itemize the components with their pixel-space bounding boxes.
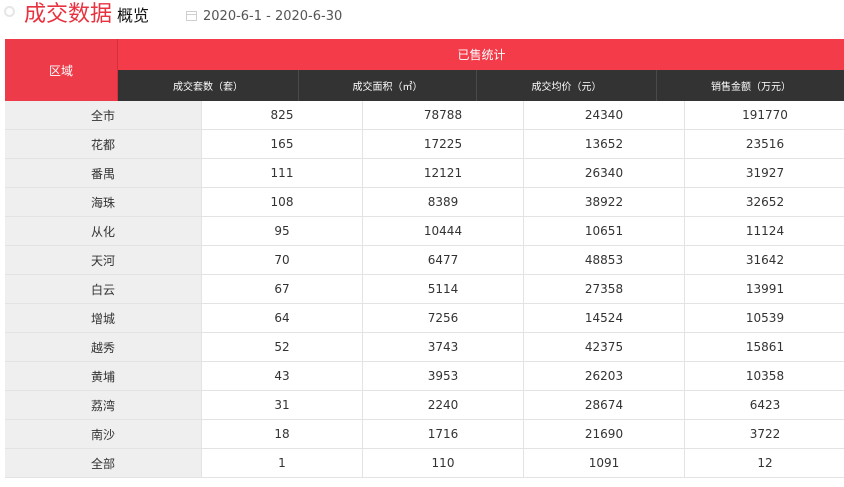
amount-cell: 31642 — [685, 246, 844, 274]
avg-price-cell: 10651 — [524, 217, 685, 245]
amount-cell: 11124 — [685, 217, 844, 245]
avg-price-cell: 26203 — [524, 362, 685, 390]
page-header: 成交数据 概览 2020-6-1 - 2020-6-30 — [0, 0, 844, 34]
area-cell: 7256 — [363, 304, 524, 332]
units-column-header: 成交套数（套） — [173, 82, 243, 93]
avg-price-column-header: 成交均价（元） — [476, 70, 656, 101]
region-cell: 白云 — [5, 275, 202, 303]
region-cell: 荔湾 — [5, 391, 202, 419]
avg-price-cell: 13652 — [524, 130, 685, 158]
region-cell: 花都 — [5, 130, 202, 158]
region-cell: 全市 — [5, 101, 202, 129]
avg-price-cell: 38922 — [524, 188, 685, 216]
table-row: 天河 70 6477 48853 31642 — [5, 246, 844, 275]
table-row: 荔湾 31 2240 28674 6423 — [5, 391, 844, 420]
amount-cell: 12 — [685, 449, 844, 477]
region-column-header: 区域 — [5, 39, 118, 101]
calendar-icon — [186, 11, 197, 21]
units-cell: 64 — [202, 304, 363, 332]
amount-cell: 10539 — [685, 304, 844, 332]
area-cell: 6477 — [363, 246, 524, 274]
area-column-header: 成交面积（㎡） — [298, 70, 476, 101]
table-row: 白云 67 5114 27358 13991 — [5, 275, 844, 304]
date-range: 2020-6-1 - 2020-6-30 — [203, 9, 343, 24]
amount-cell: 13991 — [685, 275, 844, 303]
avg-price-cell: 27358 — [524, 275, 685, 303]
amount-cell: 191770 — [685, 101, 844, 129]
amount-cell: 23516 — [685, 130, 844, 158]
amount-cell: 15861 — [685, 333, 844, 361]
units-cell: 95 — [202, 217, 363, 245]
region-cell: 番禺 — [5, 159, 202, 187]
region-cell: 越秀 — [5, 333, 202, 361]
transaction-table: 区域 已售统计 成交套数（套） 成交面积（㎡） 成交均价（元） 销售金额（万元）… — [5, 39, 844, 478]
avg-price-cell: 21690 — [524, 420, 685, 448]
area-cell: 12121 — [363, 159, 524, 187]
table-header: 区域 已售统计 成交套数（套） 成交面积（㎡） 成交均价（元） 销售金额（万元） — [5, 39, 844, 101]
table-row: 全部 1 110 1091 12 — [5, 449, 844, 478]
area-cell: 1716 — [363, 420, 524, 448]
amount-column-header: 销售金额（万元） — [656, 70, 844, 101]
avg-price-cell: 24340 — [524, 101, 685, 129]
avg-price-cell: 42375 — [524, 333, 685, 361]
watermark-circle-icon — [4, 6, 15, 17]
amount-cell: 3722 — [685, 420, 844, 448]
table-row: 花都 165 17225 13652 23516 — [5, 130, 844, 159]
table-row: 南沙 18 1716 21690 3722 — [5, 420, 844, 449]
region-cell: 南沙 — [5, 420, 202, 448]
amount-cell: 31927 — [685, 159, 844, 187]
page-subtitle: 概览 — [117, 6, 150, 25]
units-cell: 108 — [202, 188, 363, 216]
units-cell: 31 — [202, 391, 363, 419]
avg-price-cell: 14524 — [524, 304, 685, 332]
page: 成交数据 概览 2020-6-1 - 2020-6-30 区域 已售统计 成交套… — [0, 0, 844, 487]
region-cell: 天河 — [5, 246, 202, 274]
units-cell: 825 — [202, 101, 363, 129]
area-cell: 2240 — [363, 391, 524, 419]
units-cell: 165 — [202, 130, 363, 158]
units-cell: 67 — [202, 275, 363, 303]
region-cell: 海珠 — [5, 188, 202, 216]
area-cell: 3953 — [363, 362, 524, 390]
table-row: 增城 64 7256 14524 10539 — [5, 304, 844, 333]
units-cell: 43 — [202, 362, 363, 390]
area-cell: 10444 — [363, 217, 524, 245]
area-cell: 3743 — [363, 333, 524, 361]
amount-cell: 10358 — [685, 362, 844, 390]
units-cell: 52 — [202, 333, 363, 361]
region-cell: 黄埔 — [5, 362, 202, 390]
region-cell: 增城 — [5, 304, 202, 332]
table-row: 越秀 52 3743 42375 15861 — [5, 333, 844, 362]
units-cell: 18 — [202, 420, 363, 448]
amount-cell: 32652 — [685, 188, 844, 216]
table-row: 海珠 108 8389 38922 32652 — [5, 188, 844, 217]
region-cell: 从化 — [5, 217, 202, 245]
area-cell: 17225 — [363, 130, 524, 158]
area-cell: 110 — [363, 449, 524, 477]
page-title: 成交数据 — [24, 2, 113, 27]
sold-stats-group-header: 已售统计 — [118, 39, 844, 70]
table-row: 番禺 111 12121 26340 31927 — [5, 159, 844, 188]
column-header-row: 成交套数（套） 成交面积（㎡） 成交均价（元） 销售金额（万元） — [118, 70, 844, 101]
table-row: 全市 825 78788 24340 191770 — [5, 101, 844, 130]
units-cell: 70 — [202, 246, 363, 274]
avg-price-cell: 1091 — [524, 449, 685, 477]
table-body: 全市 825 78788 24340 191770 花都 165 17225 13652 2351… — [5, 101, 844, 478]
amount-cell: 6423 — [685, 391, 844, 419]
area-cell: 5114 — [363, 275, 524, 303]
avg-price-cell: 28674 — [524, 391, 685, 419]
units-cell: 111 — [202, 159, 363, 187]
avg-price-cell: 48853 — [524, 246, 685, 274]
area-cell: 8389 — [363, 188, 524, 216]
region-cell: 全部 — [5, 449, 202, 477]
table-row: 从化 95 10444 10651 11124 — [5, 217, 844, 246]
avg-price-cell: 26340 — [524, 159, 685, 187]
area-cell: 78788 — [363, 101, 524, 129]
units-cell: 1 — [202, 449, 363, 477]
table-row: 黄埔 43 3953 26203 10358 — [5, 362, 844, 391]
